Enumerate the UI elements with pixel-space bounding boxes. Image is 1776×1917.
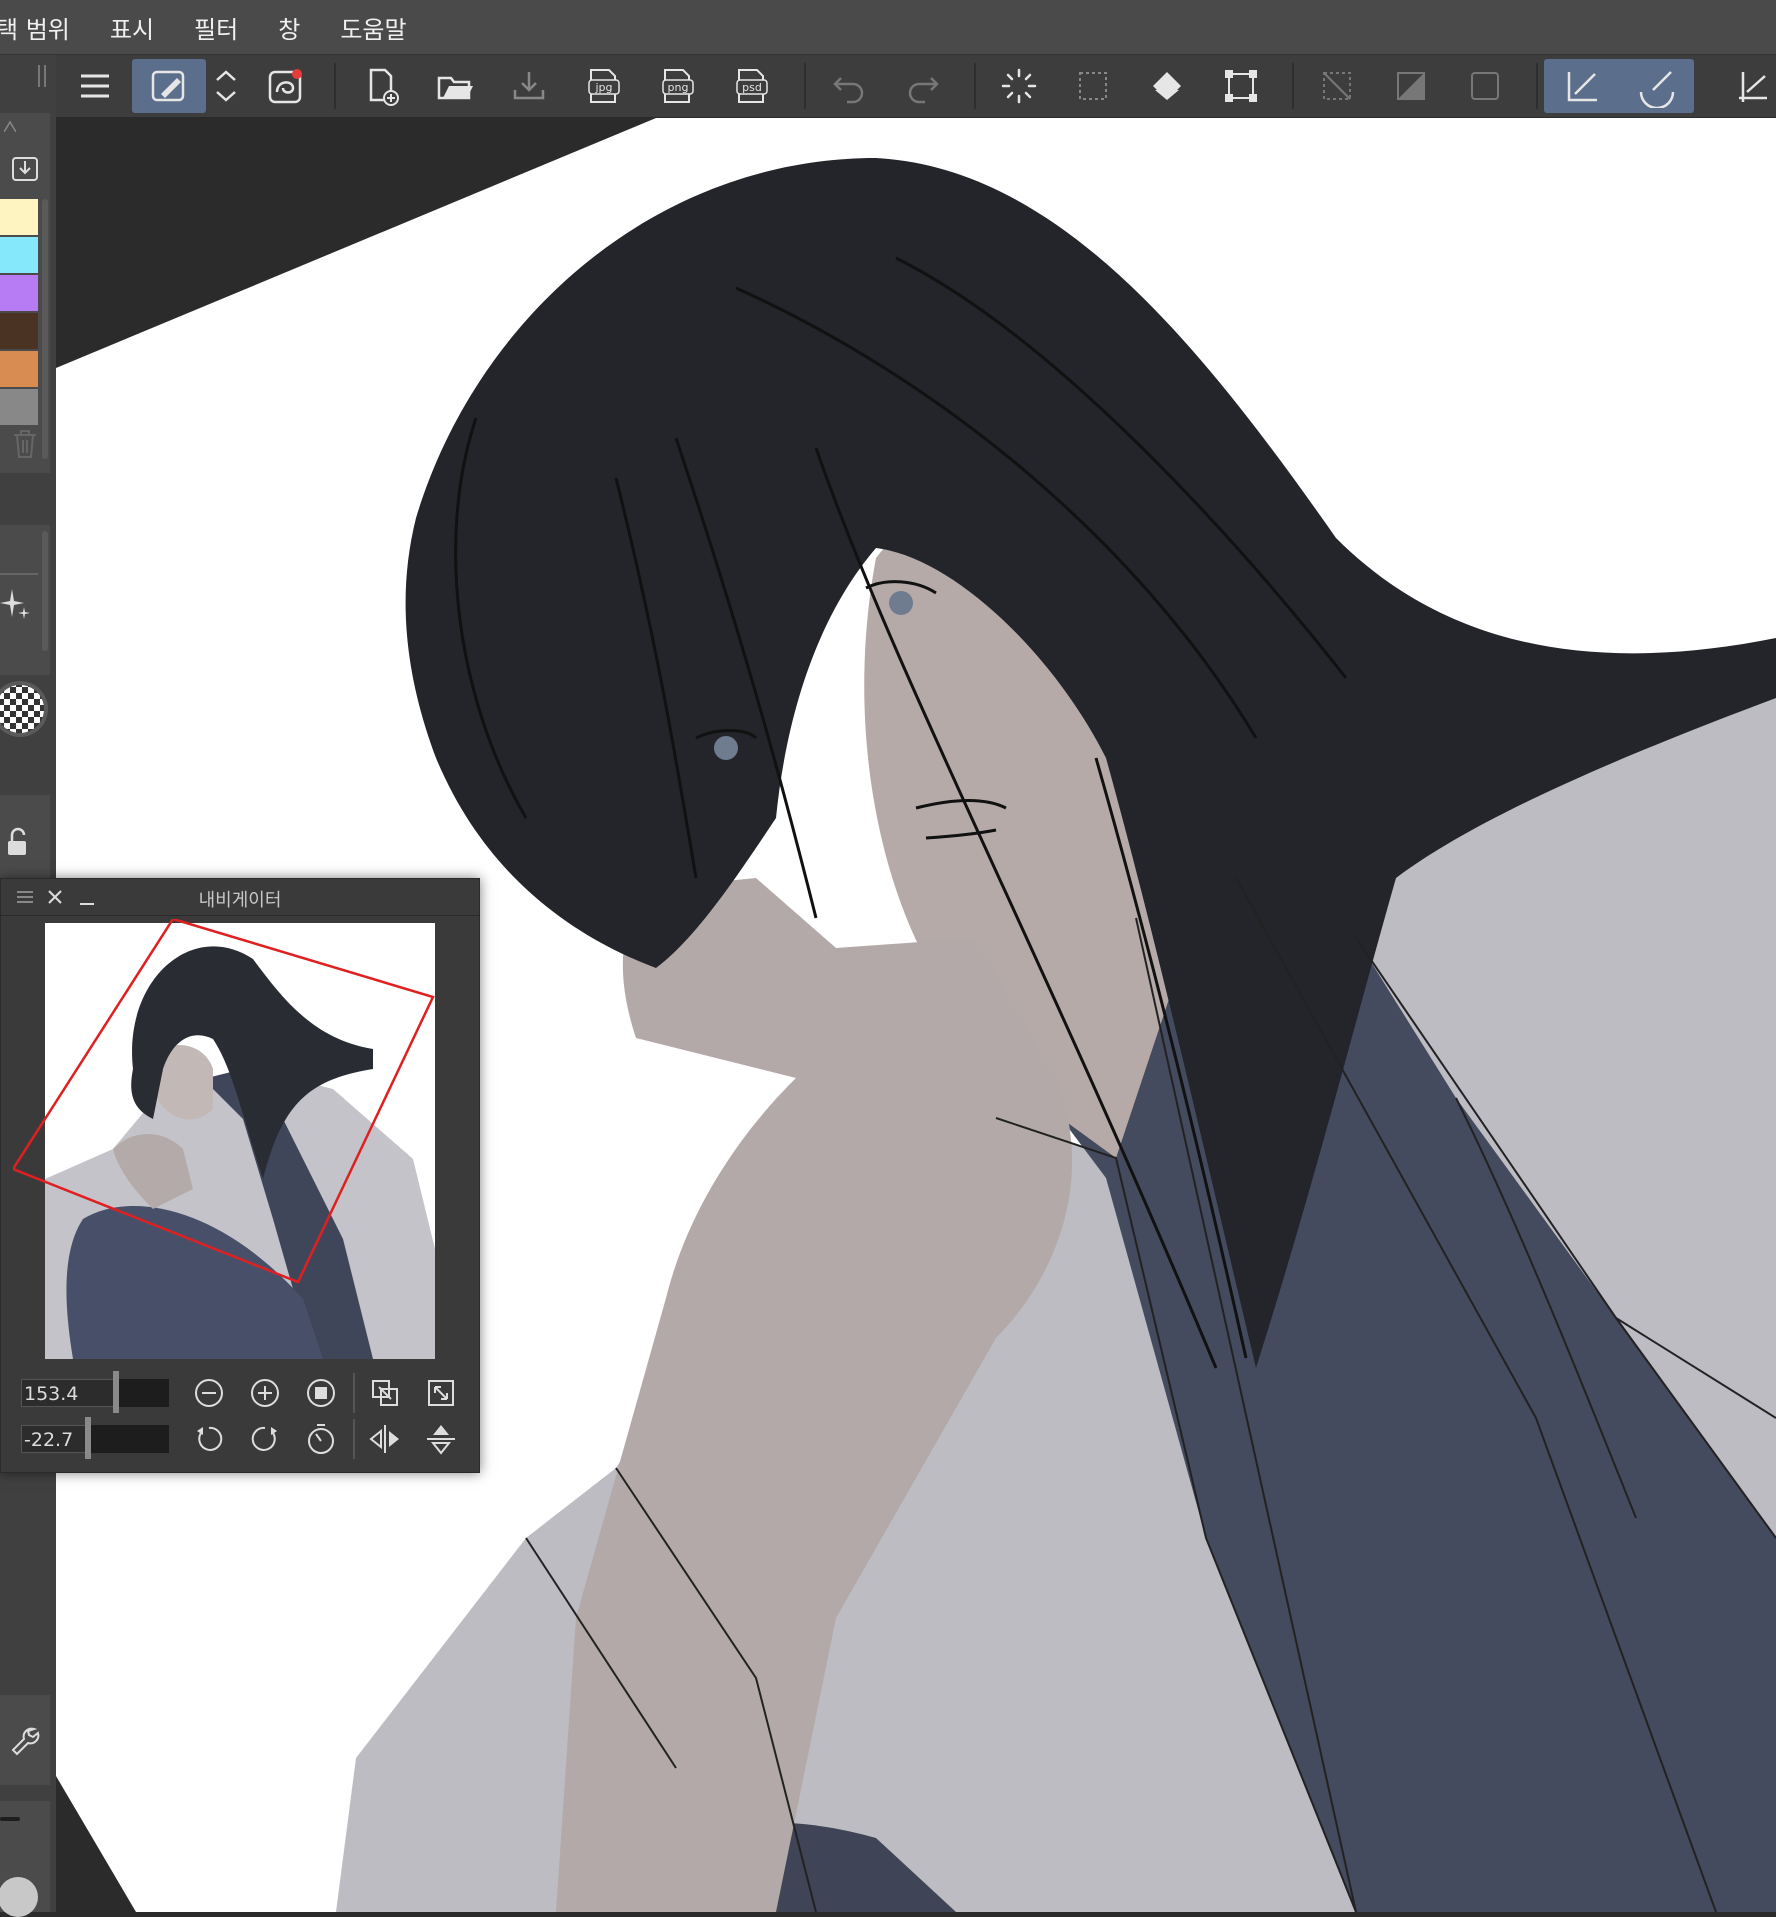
export-png-icon[interactable]: png: [640, 59, 714, 113]
snap-to-ruler-icon[interactable]: [1546, 59, 1620, 113]
zoom-in-icon[interactable]: [247, 1375, 283, 1411]
unlock-icon[interactable]: [4, 827, 32, 857]
menu-selection[interactable]: 택 범위: [0, 10, 70, 45]
fit-to-screen-icon[interactable]: [367, 1375, 403, 1411]
redo-icon[interactable]: [886, 59, 960, 113]
color-swatch[interactable]: [0, 275, 38, 311]
menu-icon[interactable]: [58, 59, 132, 113]
select-area-icon[interactable]: [1056, 59, 1130, 113]
import-icon[interactable]: [10, 153, 40, 183]
navigator-panel: 내비게이터 153.4 -22.7: [0, 878, 480, 1473]
rotate-right-icon[interactable]: [247, 1421, 283, 1457]
export-jpg-icon[interactable]: jpg: [566, 59, 640, 113]
export-psd-icon[interactable]: psd: [714, 59, 788, 113]
new-file-icon[interactable]: [344, 59, 418, 113]
navigator-titlebar[interactable]: 내비게이터: [1, 879, 479, 916]
transform-icon[interactable]: [1204, 59, 1278, 113]
menu-bar: 택 범위 표시 필터 창 도움말: [0, 0, 1776, 55]
navigator-title: 내비게이터: [198, 890, 282, 911]
color-swatch[interactable]: [0, 237, 38, 273]
wrench-icon[interactable]: [8, 1723, 42, 1757]
menu-help[interactable]: 도움말: [340, 10, 406, 45]
actual-size-icon[interactable]: [303, 1375, 339, 1411]
reset-rotation-icon[interactable]: [303, 1421, 339, 1457]
fill-screen-icon[interactable]: [423, 1375, 459, 1411]
snap-to-grid-icon[interactable]: [1716, 59, 1776, 113]
sparkle-icon[interactable]: [0, 585, 34, 625]
flip-vertical-icon[interactable]: [423, 1421, 459, 1457]
command-bar: jpg png psd: [56, 55, 1776, 118]
menu-window[interactable]: 창: [278, 10, 300, 45]
clip-studio-icon[interactable]: [248, 59, 322, 113]
menu-view[interactable]: 표시: [110, 10, 154, 45]
edit-tool-button[interactable]: [132, 59, 206, 113]
svg-text:jpg: jpg: [594, 81, 612, 94]
invert-selection-icon[interactable]: [1374, 59, 1448, 113]
clear-selection-icon[interactable]: [1300, 59, 1374, 113]
color-swatch[interactable]: [0, 351, 38, 387]
undo-icon[interactable]: [812, 59, 886, 113]
rotation-slider-track[interactable]: [91, 1425, 169, 1453]
snap-to-special-ruler-icon[interactable]: [1620, 59, 1694, 113]
rotate-left-icon[interactable]: [191, 1421, 227, 1457]
zoom-value: 153.4: [24, 1383, 79, 1405]
chevron-up-down-icon[interactable]: [206, 59, 246, 113]
trash-icon[interactable]: [10, 427, 40, 461]
open-folder-icon[interactable]: [418, 59, 492, 113]
show-selection-icon[interactable]: [1448, 59, 1522, 113]
rotation-value: -22.7: [24, 1429, 74, 1451]
scrollbar[interactable]: [42, 531, 48, 651]
menu-filter[interactable]: 필터: [194, 10, 238, 45]
transparent-color-button[interactable]: [0, 681, 48, 737]
save-icon[interactable]: [492, 59, 566, 113]
color-swatch[interactable]: [0, 313, 38, 349]
color-swatch[interactable]: [0, 389, 38, 425]
fill-bucket-icon[interactable]: [1130, 59, 1204, 113]
svg-text:psd: psd: [742, 81, 762, 94]
zoom-out-icon[interactable]: [191, 1375, 227, 1411]
triangle-icon: [3, 117, 17, 133]
color-swatch[interactable]: [0, 199, 38, 235]
svg-text:png: png: [668, 81, 689, 94]
navigator-preview[interactable]: [11, 917, 467, 1359]
flip-horizontal-icon[interactable]: [367, 1421, 403, 1457]
scrollbar[interactable]: [42, 199, 48, 459]
zoom-slider-track[interactable]: [119, 1379, 169, 1407]
loading-spinner-icon[interactable]: [982, 59, 1056, 113]
